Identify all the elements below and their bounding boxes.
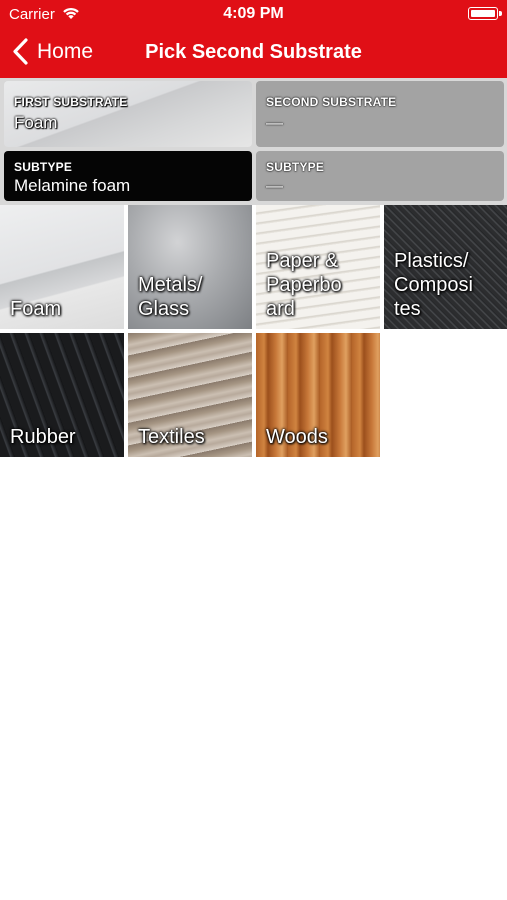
substrate-tile-paper-paperboard[interactable]: Paper & Paperbo ard — [256, 205, 380, 329]
first-subtype-label: SUBTYPE — [14, 160, 73, 174]
status-bar: Carrier 4:09 PM — [0, 0, 507, 28]
header: Carrier 4:09 PM Home Pick Second Substra… — [0, 0, 507, 78]
battery-icon — [468, 7, 502, 20]
substrate-tile-woods[interactable]: Woods — [256, 333, 380, 457]
second-substrate-value: — — [266, 113, 283, 132]
first-substrate-card[interactable]: FIRST SUBSTRATE Foam — [4, 81, 252, 147]
substrate-tile-metals-glass[interactable]: Metals/ Glass — [128, 205, 252, 329]
substrate-tile-plastics-composites[interactable]: Plastics/ Composi tes — [384, 205, 507, 329]
substrate-name: Paper & Paperbo ard — [266, 250, 342, 320]
first-subtype-card[interactable]: SUBTYPE Melamine foam — [4, 151, 252, 201]
selection-panel: FIRST SUBSTRATE Foam SECOND SUBSTRATE — … — [0, 78, 507, 205]
second-substrate-card[interactable]: SECOND SUBSTRATE — — [256, 81, 504, 147]
first-subtype-value: Melamine foam — [14, 176, 131, 195]
second-substrate-label: SECOND SUBSTRATE — [266, 95, 397, 109]
second-subtype-value: — — [266, 176, 283, 195]
first-substrate-label: FIRST SUBSTRATE — [14, 95, 128, 109]
substrate-name: Rubber — [10, 426, 76, 448]
page-title: Pick Second Substrate — [145, 41, 362, 63]
nav-bar: Home Pick Second Substrate — [0, 28, 507, 78]
substrate-tile-rubber[interactable]: Rubber — [0, 333, 124, 457]
second-subtype-label: SUBTYPE — [266, 160, 325, 174]
status-time: 4:09 PM — [223, 5, 284, 22]
substrate-name: Metals/ Glass — [138, 274, 203, 320]
first-substrate-value: Foam — [14, 113, 58, 132]
substrate-name: Woods — [266, 426, 328, 448]
substrate-name: Foam — [10, 298, 62, 320]
substrate-name: Textiles — [138, 426, 205, 448]
substrate-tile-foam[interactable]: Foam — [0, 205, 124, 329]
second-subtype-card[interactable]: SUBTYPE — — [256, 151, 504, 201]
substrate-name: Plastics/ Composi tes — [394, 250, 473, 320]
substrate-tile-textiles[interactable]: Textiles — [128, 333, 252, 457]
